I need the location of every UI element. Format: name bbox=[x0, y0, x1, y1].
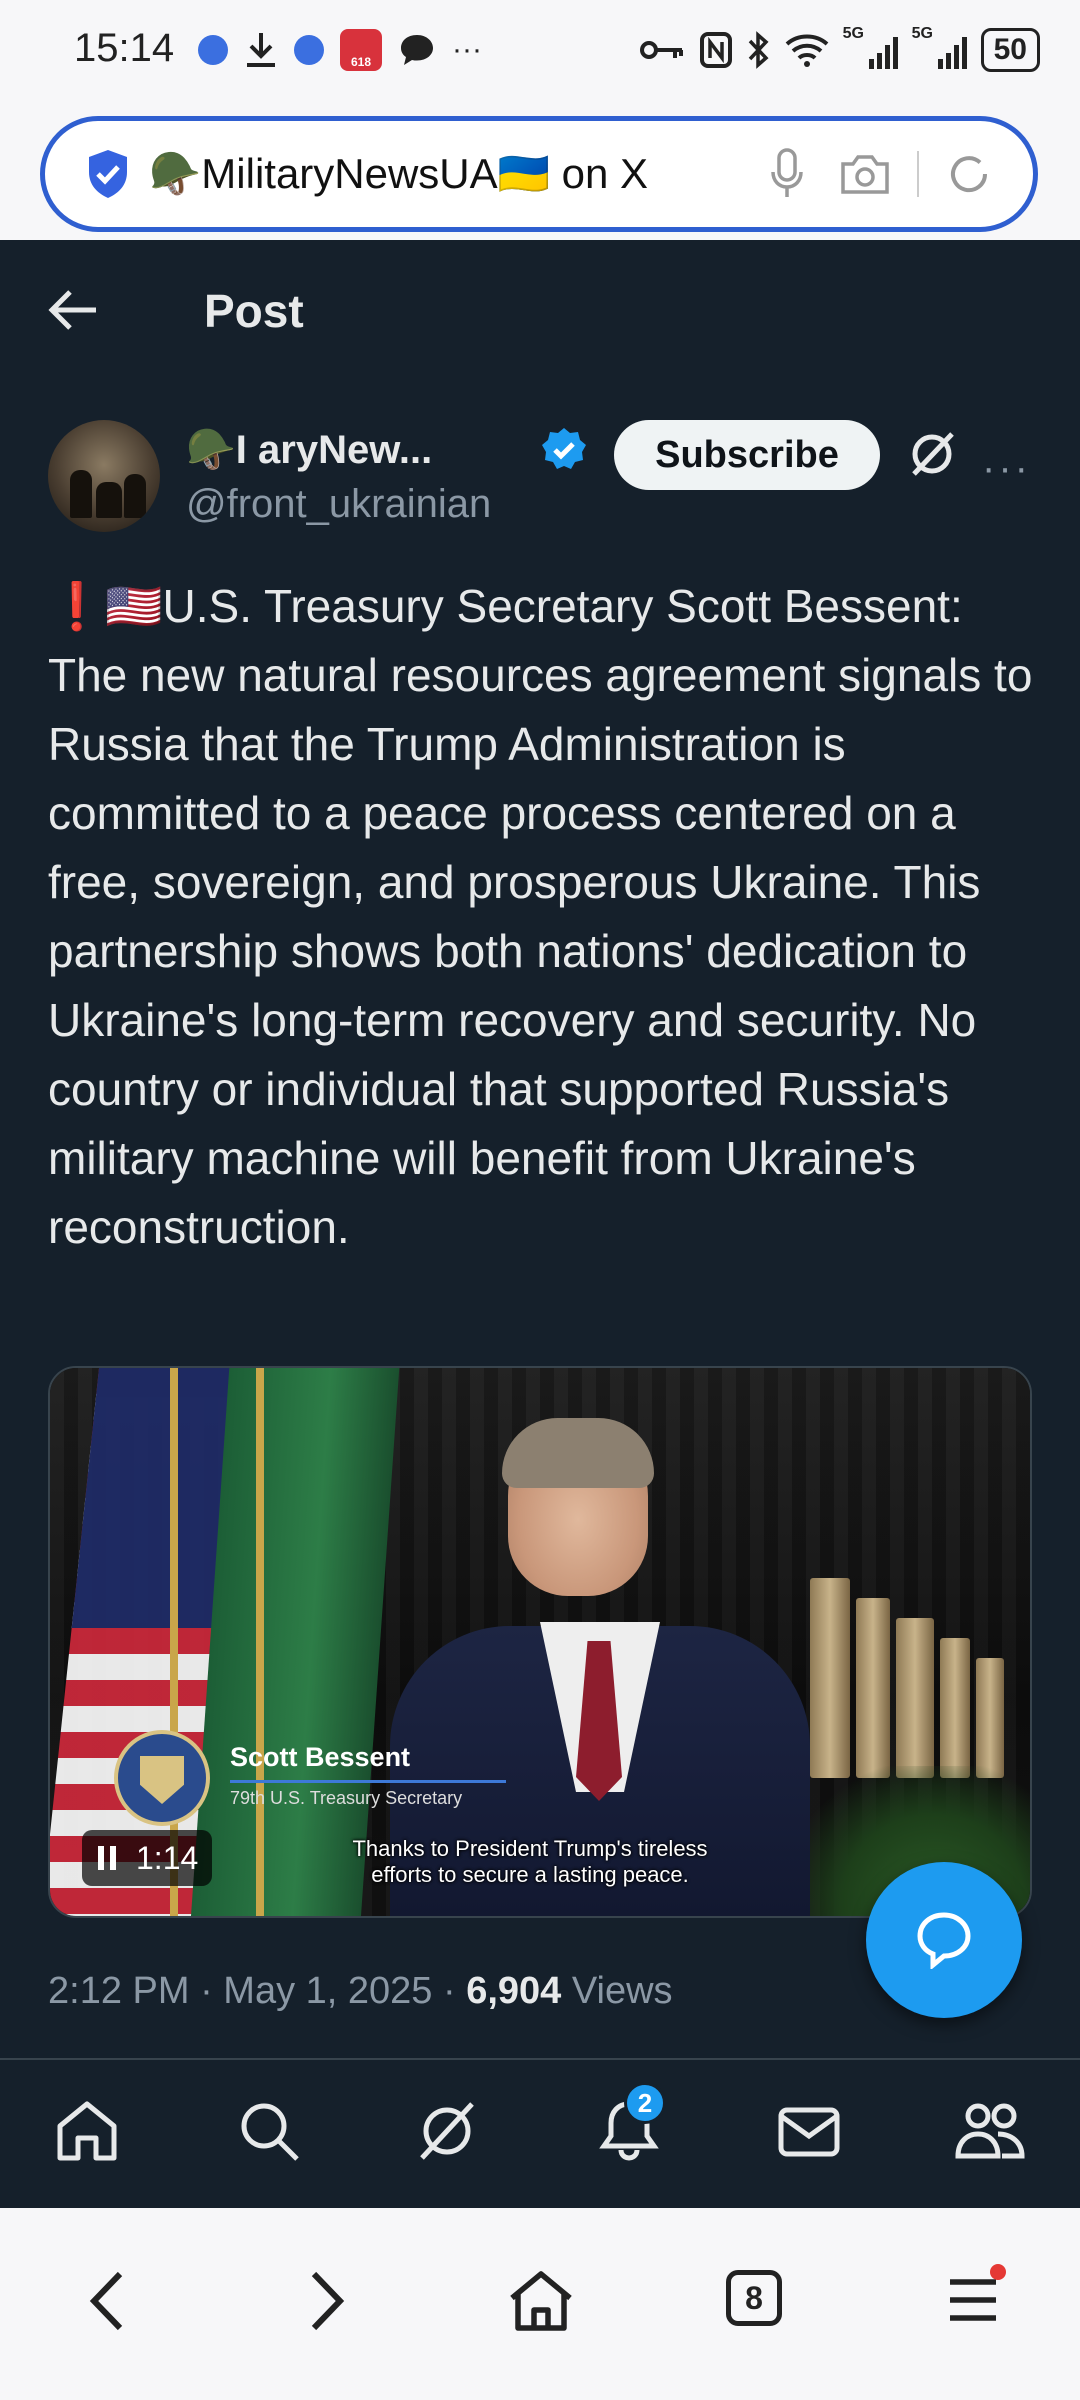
more-options-icon[interactable]: ··· bbox=[982, 446, 1031, 491]
author-display-name[interactable]: 🪖I aryNew... bbox=[186, 426, 432, 473]
video-caption: Thanks to President Trump's tireless eff… bbox=[310, 1836, 750, 1888]
back-arrow-icon[interactable] bbox=[48, 288, 98, 332]
camera-icon[interactable] bbox=[839, 152, 891, 196]
signal-icon: 5G bbox=[912, 25, 967, 69]
page-title-in-address-bar[interactable]: 🪖MilitaryNewsUA🇺🇦 on X bbox=[149, 150, 735, 199]
browser-bottom-bar: 8 bbox=[0, 2208, 1080, 2400]
tweet-text: ❗🇺🇸U.S. Treasury Secretary Scott Bessent… bbox=[48, 580, 1033, 1253]
video-player[interactable]: Scott Bessent 79th U.S. Treasury Secreta… bbox=[48, 1366, 1032, 1918]
lower-third-rule bbox=[230, 1780, 506, 1783]
network-type-label: 5G bbox=[911, 25, 933, 42]
author-handle[interactable]: @front_ukrainian bbox=[186, 482, 491, 527]
bluetooth-icon bbox=[748, 31, 769, 69]
battery-indicator: 50 bbox=[980, 28, 1040, 72]
views-label: Views bbox=[561, 1970, 673, 2012]
more-notifications-icon: ··· bbox=[452, 33, 482, 66]
download-icon bbox=[247, 33, 275, 67]
pause-icon[interactable] bbox=[98, 1846, 116, 1870]
post-meta: 2:12 PM · May 1, 2025 · 6,904 Views bbox=[48, 1970, 673, 2013]
browser-back-icon[interactable] bbox=[84, 2268, 128, 2334]
update-indicator bbox=[990, 2264, 1006, 2280]
notifications-tab[interactable]: 2 bbox=[596, 2082, 666, 2164]
system-icons: 5G 5G 50 bbox=[639, 24, 1040, 76]
post-timestamp: 2:12 PM · May 1, 2025 · bbox=[48, 1970, 467, 2012]
reload-icon[interactable] bbox=[945, 150, 993, 198]
compose-reply-button[interactable] bbox=[866, 1862, 1022, 2018]
treasury-seal-icon bbox=[114, 1730, 210, 1826]
tabs-count: 8 bbox=[726, 2270, 782, 2326]
app-bottom-nav: 2 bbox=[0, 2060, 1080, 2208]
views-count[interactable]: 6,904 bbox=[466, 1970, 561, 2012]
status-bar: 15:14 618 ··· 5G 5G 50 bbox=[0, 0, 1080, 100]
lower-third-name: Scott Bessent bbox=[230, 1742, 411, 1772]
notifications-badge: 2 bbox=[624, 2082, 666, 2124]
lower-third-title: 79th U.S. Treasury Secretary bbox=[230, 1788, 463, 1808]
address-bar[interactable]: 🪖MilitaryNewsUA🇺🇦 on X bbox=[40, 116, 1038, 232]
search-icon[interactable] bbox=[236, 2098, 302, 2164]
wifi-icon bbox=[785, 34, 828, 67]
subscribe-button[interactable]: Subscribe bbox=[614, 420, 880, 490]
caption-line: Thanks to President Trump's tireless bbox=[352, 1836, 708, 1861]
communities-icon[interactable] bbox=[954, 2098, 1026, 2164]
app-notification-icon bbox=[198, 35, 228, 65]
browser-forward-icon[interactable] bbox=[306, 2268, 350, 2334]
browser-home-icon[interactable] bbox=[506, 2268, 576, 2334]
browser-toolbar: 🪖MilitaryNewsUA🇺🇦 on X bbox=[0, 100, 1080, 240]
signal-icon: 5G bbox=[843, 25, 898, 69]
browser-menu-button[interactable] bbox=[948, 2264, 1006, 2324]
messages-icon[interactable] bbox=[776, 2098, 842, 2164]
bookshelf-image bbox=[810, 1558, 1010, 1778]
home-icon[interactable] bbox=[54, 2098, 120, 2164]
grok-icon[interactable] bbox=[906, 428, 958, 480]
status-time: 15:14 bbox=[74, 26, 175, 70]
caption-line: efforts to secure a lasting peace. bbox=[371, 1862, 689, 1887]
avatar[interactable] bbox=[48, 420, 160, 532]
video-timecode[interactable]: 1:14 bbox=[82, 1830, 213, 1886]
video-time-remaining: 1:14 bbox=[136, 1839, 199, 1876]
chat-bubble-icon bbox=[401, 35, 433, 65]
network-type-label: 5G bbox=[842, 25, 864, 42]
reply-bubble-icon bbox=[917, 1912, 971, 1969]
tabs-button[interactable]: 8 bbox=[726, 2270, 782, 2326]
author-row: 🪖I aryNew... @front_ukrainian Subscribe … bbox=[0, 410, 1080, 540]
shield-check-icon bbox=[89, 150, 127, 198]
menu-icon bbox=[950, 2279, 996, 2321]
app-notification-icon bbox=[294, 35, 324, 65]
nfc-icon bbox=[699, 32, 732, 68]
microphone-icon[interactable] bbox=[771, 148, 803, 200]
address-bar-divider bbox=[917, 151, 919, 197]
flag-pole bbox=[256, 1368, 264, 1916]
page-title: Post bbox=[204, 285, 304, 337]
notification-icons: 618 ··· bbox=[198, 26, 482, 74]
verified-badge-icon[interactable] bbox=[540, 426, 588, 474]
badge-618-label: 618 bbox=[350, 55, 372, 69]
post-header: Post bbox=[0, 240, 1080, 390]
grok-icon[interactable] bbox=[414, 2098, 480, 2164]
shopping-618-icon: 618 bbox=[340, 29, 382, 71]
key-icon bbox=[639, 41, 683, 59]
